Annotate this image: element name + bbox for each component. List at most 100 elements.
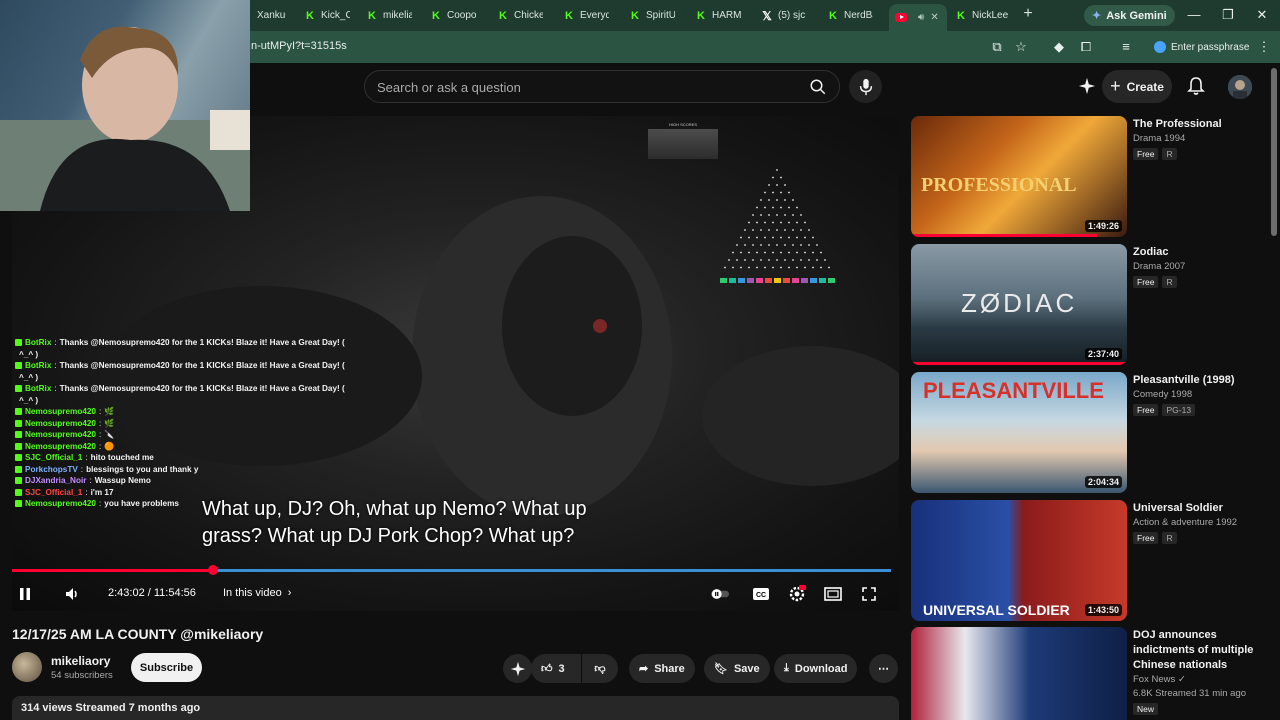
recommended-title[interactable]: Universal Soldier: [1133, 501, 1263, 516]
browser-tab[interactable]: K Coopol: [430, 4, 476, 27]
video-thumbnail[interactable]: ZØDIAC 2:37:40: [911, 244, 1127, 365]
subscribe-button[interactable]: Subscribe: [131, 653, 202, 682]
browser-tab[interactable]: K NickLee: [955, 4, 1009, 27]
chat-text: blessings to you and thank y: [86, 464, 199, 474]
thumbs-up-icon: 👍︎: [541, 663, 553, 675]
new-tab-button[interactable]: +: [1020, 6, 1036, 22]
chat-message: BotRix: Thanks @Nemosupremo420 for the 1 …: [15, 360, 385, 372]
share-button[interactable]: ➦ Share: [629, 654, 695, 683]
more-actions-button[interactable]: ⋯: [869, 654, 898, 683]
recommended-video[interactable]: FOXDOJ announces indictments of multiple…: [911, 627, 1271, 720]
video-thumbnail[interactable]: UNIVERSAL SOLDIER 1:43:50: [911, 500, 1127, 621]
voice-search-button[interactable]: [849, 70, 882, 103]
bookmark-icon: 🔖︎: [714, 663, 728, 675]
chat-separator: :: [89, 476, 92, 485]
browser-tab[interactable]: 𝕏 (5) sjc: [761, 4, 807, 27]
close-tab-icon[interactable]: ✕: [930, 12, 938, 23]
chapters-button[interactable]: In this video ›: [223, 587, 291, 599]
plinko-peg: [740, 251, 742, 254]
passphrase-label: Enter passphrase: [1171, 41, 1250, 53]
plinko-peg: [772, 176, 774, 179]
extensions-puzzle-icon[interactable]: ⧠: [1078, 39, 1094, 55]
plinko-peg: [736, 259, 738, 261]
browser-tab[interactable]: K Chicken: [497, 4, 543, 27]
channel-avatar[interactable]: [12, 652, 42, 682]
recommended-video[interactable]: PROFESSIONAL 1:49:26 The Professional Drama…: [911, 116, 1271, 240]
browser-tab[interactable]: K HARMO: [695, 4, 741, 27]
gemini-sparkle-icon[interactable]: [1077, 76, 1097, 96]
plinko-peg: [756, 221, 758, 224]
recommended-video[interactable]: ZØDIAC 2:37:40 Zodiac Drama 2007 Free R: [911, 244, 1271, 368]
recommended-meta: Action & adventure 1992: [1133, 517, 1238, 528]
extension-diamond-icon[interactable]: ◆: [1051, 39, 1067, 55]
download-label: Download: [794, 662, 848, 675]
kick-badge-icon: [15, 339, 22, 347]
plinko-peg: [776, 184, 778, 186]
notifications-bell-icon[interactable]: [1186, 76, 1206, 96]
recommended-title[interactable]: The Professional: [1133, 117, 1263, 132]
minimize-icon[interactable]: —: [1184, 5, 1204, 25]
play-pause-icon[interactable]: [16, 585, 34, 603]
save-button[interactable]: 🔖︎ Save: [704, 654, 770, 683]
chat-username: DJXandria_Noir: [25, 476, 87, 485]
create-button[interactable]: + Create: [1102, 70, 1172, 103]
recommended-title[interactable]: Zodiac: [1133, 245, 1263, 260]
progress-bar[interactable]: [12, 565, 891, 575]
close-window-icon[interactable]: ✕: [1252, 5, 1272, 25]
download-button[interactable]: ⤓ Download: [774, 654, 858, 683]
volume-icon[interactable]: [64, 585, 82, 603]
browser-tab[interactable]: K SpiritUu: [629, 4, 675, 27]
browser-tab[interactable]: K NerdBa: [827, 4, 873, 27]
plinko-peg: [812, 251, 814, 254]
scrubber-handle[interactable]: [207, 565, 218, 575]
enter-passphrase-button[interactable]: Enter passphrase: [1148, 37, 1255, 57]
recommended-video[interactable]: UNIVERSAL SOLDIER 1:43:50 Universal Soldie…: [911, 500, 1271, 624]
recommended-video[interactable]: PLEASANTVILLE 2:04:34 Pleasantville (1998)…: [911, 372, 1271, 496]
tab-label: HARMO: [712, 10, 741, 21]
recommended-meta: Drama 2007: [1133, 261, 1186, 272]
gemini-ask-button[interactable]: [503, 654, 532, 683]
plinko-peg: [764, 236, 766, 239]
search-input[interactable]: Search or ask a question: [377, 80, 521, 95]
tab-label: Chicken: [514, 10, 543, 21]
like-button[interactable]: 👍︎ 3: [531, 654, 581, 683]
search-box[interactable]: Search or ask a question: [364, 70, 840, 103]
recommended-title[interactable]: DOJ announces indictments of multiple Ch…: [1133, 628, 1263, 673]
plinko-peg: [756, 251, 758, 254]
subtitles-cc-icon[interactable]: CC: [752, 585, 770, 603]
plinko-peg: [796, 251, 798, 254]
fullscreen-icon[interactable]: [860, 585, 878, 603]
plinko-peg: [764, 221, 766, 224]
autoplay-toggle[interactable]: [711, 585, 729, 603]
kick-icon: K: [565, 9, 573, 22]
search-icon[interactable]: [809, 78, 827, 96]
tab-audio-icon[interactable]: 🔊︎: [918, 12, 924, 23]
channel-name[interactable]: mikeliaory: [51, 654, 110, 668]
description-box[interactable]: 314 views Streamed 7 months ago: [12, 696, 899, 720]
browser-tab[interactable]: Kmikelia: [366, 4, 412, 27]
video-thumbnail[interactable]: PLEASANTVILLE 2:04:34: [911, 372, 1127, 493]
settings-gear-icon[interactable]: [788, 585, 806, 603]
browser-tab[interactable]: K Kick_Cli: [304, 4, 350, 27]
chrome-menu-icon[interactable]: ⋮: [1256, 39, 1272, 55]
plinko-peg: [744, 244, 746, 246]
account-avatar[interactable]: [1228, 75, 1252, 99]
theater-mode-icon[interactable]: [824, 585, 842, 603]
video-thumbnail[interactable]: PROFESSIONAL 1:49:26: [911, 116, 1127, 237]
restore-icon[interactable]: ❐: [1218, 5, 1238, 25]
recommended-title[interactable]: Pleasantville (1998): [1133, 373, 1263, 388]
install-app-icon[interactable]: ⧉: [989, 39, 1005, 55]
browser-tab[interactable]: 🔊︎ ✕: [889, 4, 947, 31]
plinko-peg: [788, 206, 790, 209]
dislike-button[interactable]: 👎︎: [582, 654, 618, 683]
url-text[interactable]: n-utMPyI?t=31515s: [251, 40, 347, 52]
page-scrollbar[interactable]: [1271, 68, 1277, 236]
bookmark-star-icon[interactable]: ☆: [1013, 39, 1029, 55]
ask-gemini-button[interactable]: ✦ Ask Gemini: [1084, 5, 1175, 26]
chat-username: SJC_Official_1: [25, 453, 83, 462]
video-thumbnail[interactable]: FOX: [911, 627, 1127, 720]
media-controls-icon[interactable]: ≡: [1118, 39, 1134, 55]
chat-message: SJC_Official_1: hito touched me: [15, 452, 385, 464]
content-tag: R: [1162, 148, 1177, 160]
browser-tab[interactable]: K Everyda: [563, 4, 609, 27]
